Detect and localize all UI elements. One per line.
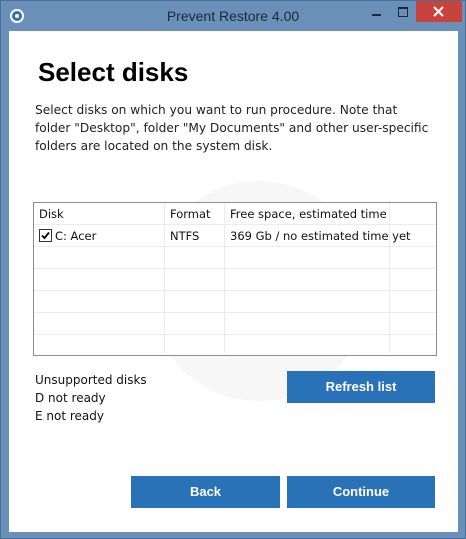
back-button[interactable]: Back bbox=[131, 476, 280, 508]
disk-name: C: Acer bbox=[55, 229, 97, 243]
dialog-content: Select disks Select disks on which you w… bbox=[9, 31, 458, 532]
maximize-button[interactable] bbox=[390, 2, 416, 22]
disk-free-space: 369 Gb / no estimated time yet bbox=[230, 229, 411, 243]
column-header-free-space[interactable]: Free space, estimated time bbox=[230, 207, 387, 221]
disk-checkbox[interactable] bbox=[39, 229, 52, 242]
minimize-button[interactable] bbox=[362, 2, 390, 22]
close-button[interactable] bbox=[416, 1, 462, 22]
unsupported-disk-item: E not ready bbox=[35, 409, 104, 423]
title-bar[interactable]: Prevent Restore 4.00 bbox=[1, 1, 465, 31]
unsupported-disk-item: D not ready bbox=[35, 391, 106, 405]
disk-format: NTFS bbox=[170, 229, 200, 243]
minimize-icon bbox=[372, 14, 381, 16]
column-divider bbox=[389, 203, 390, 353]
checkmark-icon bbox=[41, 231, 50, 240]
page-title: Select disks bbox=[38, 57, 189, 87]
page-description: Select disks on which you want to run pr… bbox=[35, 103, 429, 153]
app-window: Prevent Restore 4.00 Select disks Select… bbox=[0, 0, 466, 539]
column-header-format[interactable]: Format bbox=[170, 207, 211, 221]
unsupported-disks: Unsupported disks D not ready E not read… bbox=[35, 371, 147, 425]
continue-button[interactable]: Continue bbox=[287, 476, 435, 508]
empty-row bbox=[34, 247, 436, 269]
empty-row bbox=[34, 291, 436, 313]
empty-row bbox=[34, 269, 436, 291]
column-divider bbox=[224, 203, 225, 353]
disk-table[interactable]: Disk Format Free space, estimated time C… bbox=[33, 202, 437, 356]
empty-row bbox=[34, 313, 436, 335]
column-divider bbox=[164, 203, 165, 353]
maximize-icon bbox=[398, 7, 408, 17]
unsupported-disks-heading: Unsupported disks bbox=[35, 373, 147, 387]
column-header-disk[interactable]: Disk bbox=[39, 207, 64, 221]
close-icon bbox=[433, 6, 444, 17]
table-row[interactable]: C: Acer NTFS 369 Gb / no estimated time … bbox=[34, 225, 436, 247]
table-header: Disk Format Free space, estimated time bbox=[34, 203, 436, 225]
refresh-list-button[interactable]: Refresh list bbox=[287, 371, 435, 403]
